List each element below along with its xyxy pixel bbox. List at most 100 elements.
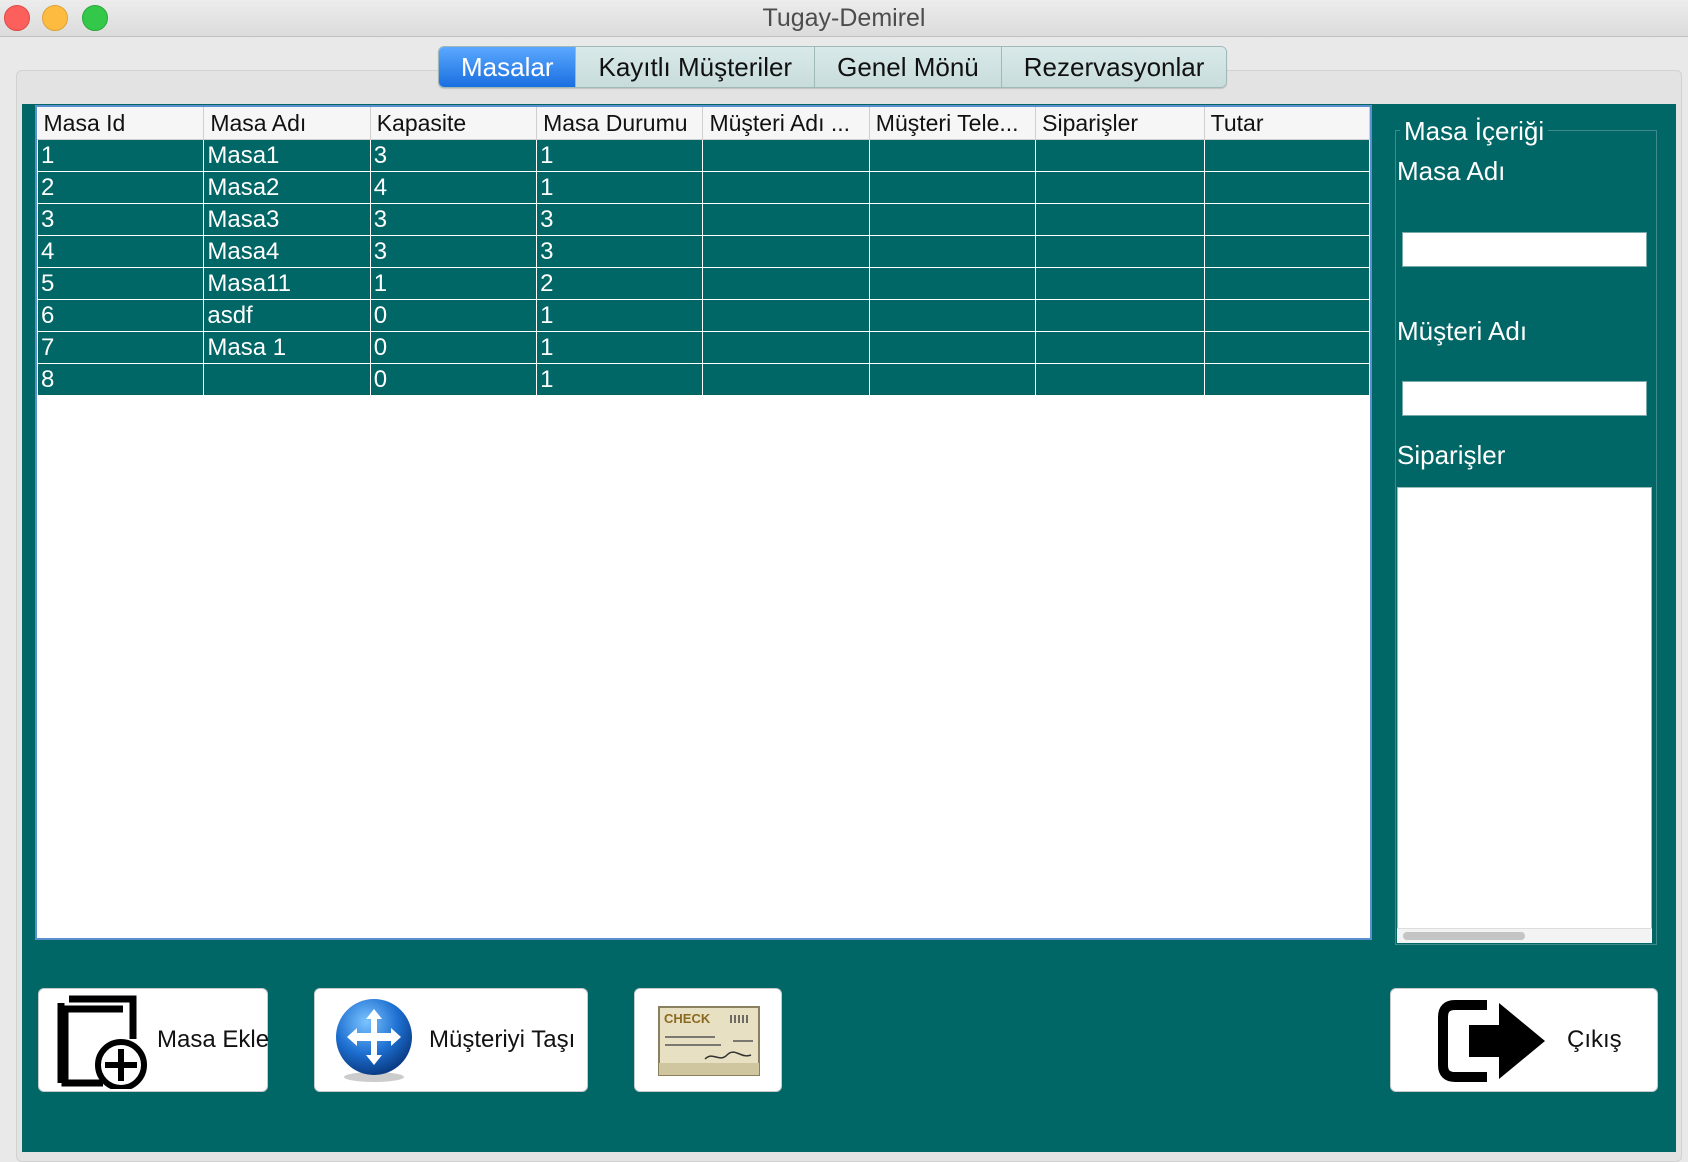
table-cell[interactable]: Masa11 (203, 267, 371, 300)
table-cell[interactable] (1035, 299, 1205, 332)
table-row[interactable]: 2 Masa2 4 1 (36, 171, 1371, 204)
table-cell[interactable] (702, 331, 870, 364)
cikis-label: Çıkış (1567, 1026, 1622, 1053)
table-cell[interactable]: 0 (369, 331, 538, 364)
table-cell[interactable]: 3 (369, 139, 538, 172)
table-cell[interactable]: 1 (536, 171, 704, 204)
column-header-tutar[interactable]: Tutar (1204, 107, 1371, 140)
table-cell[interactable] (702, 235, 870, 268)
table-row[interactable]: 1 Masa1 3 1 (36, 139, 1371, 172)
table-cell[interactable]: 5 (36, 267, 205, 300)
table-cell[interactable]: 1 (536, 299, 704, 332)
masa-adi-field[interactable] (1402, 232, 1647, 267)
table-cell[interactable] (702, 363, 870, 396)
siparisler-horizontal-scrollbar[interactable] (1397, 928, 1652, 943)
table-cell[interactable]: 2 (36, 171, 205, 204)
tab-bar: Masalar Kayıtlı Müşteriler Genel Mönü Re… (438, 46, 1228, 88)
table-cell[interactable]: Masa 1 (203, 331, 371, 364)
column-header-siparisler[interactable]: Siparişler (1035, 107, 1205, 140)
table-cell[interactable]: 4 (36, 235, 205, 268)
table-cell[interactable]: 6 (36, 299, 205, 332)
musteriyi-tasi-button[interactable]: Müşteriyi Taşı (314, 988, 588, 1092)
table-cell[interactable] (868, 171, 1037, 204)
table-cell[interactable] (1203, 171, 1371, 204)
table-cell[interactable] (702, 203, 870, 236)
column-header-musteri-adi[interactable]: Müşteri Adı ... (702, 107, 870, 140)
table-cell[interactable] (868, 363, 1037, 396)
table-cell[interactable] (1203, 235, 1371, 268)
tab-masalar[interactable]: Masalar (439, 47, 577, 87)
table-cell[interactable]: 0 (369, 299, 538, 332)
table-cell[interactable] (1203, 299, 1371, 332)
table-cell[interactable] (868, 299, 1037, 332)
table-cell[interactable] (1035, 267, 1205, 300)
table-cell[interactable] (1203, 139, 1371, 172)
table-cell[interactable] (868, 331, 1037, 364)
table-cell[interactable]: 3 (369, 203, 538, 236)
table-cell[interactable]: 4 (369, 171, 538, 204)
table-cell[interactable]: 7 (36, 331, 205, 364)
table-cell[interactable] (1035, 331, 1205, 364)
cikis-button[interactable]: Çıkış (1390, 988, 1658, 1092)
table-cell[interactable] (868, 267, 1037, 300)
column-header-kapasite[interactable]: Kapasite (370, 107, 538, 140)
table-cell[interactable] (702, 267, 870, 300)
table-cell[interactable]: 0 (369, 363, 538, 396)
table-cell[interactable] (868, 139, 1037, 172)
table-cell[interactable]: 3 (536, 203, 704, 236)
masa-icerigi-legend: Masa İçeriği (1400, 116, 1549, 147)
table-cell[interactable]: 1 (36, 139, 205, 172)
tab-genel-monu[interactable]: Genel Mönü (815, 47, 1002, 87)
table-row[interactable]: 5 Masa11 1 2 (36, 267, 1371, 300)
check-button[interactable]: CHECK (634, 988, 782, 1092)
table-cell[interactable]: 1 (536, 139, 704, 172)
table-row[interactable]: 4 Masa4 3 3 (36, 235, 1371, 268)
column-header-masa-durumu[interactable]: Masa Durumu (536, 107, 704, 140)
table-cell[interactable]: 3 (369, 235, 538, 268)
table-cell[interactable] (702, 139, 870, 172)
table-cell[interactable] (702, 171, 870, 204)
table-cell[interactable]: 1 (536, 331, 704, 364)
table-row[interactable]: 7 Masa 101 (36, 331, 1371, 364)
masa-ekle-button[interactable]: Masa Ekle (38, 988, 269, 1092)
scrollbar-thumb[interactable] (1403, 932, 1525, 940)
table-cell[interactable]: Masa1 (203, 139, 371, 172)
table-cell[interactable]: 2 (536, 267, 704, 300)
table-cell[interactable]: 8 (36, 363, 205, 396)
table-cell[interactable] (868, 203, 1037, 236)
table-cell[interactable]: 1 (536, 363, 704, 396)
table-row[interactable]: 6 asdf 0 1 (36, 299, 1371, 332)
table-cell[interactable] (1203, 267, 1371, 300)
table-row[interactable]: 3 Masa3 3 3 (36, 203, 1371, 236)
table-cell[interactable] (868, 235, 1037, 268)
column-header-masa-adi[interactable]: Masa Adı (203, 107, 371, 140)
table-cell[interactable] (1035, 235, 1205, 268)
table-cell[interactable]: Masa2 (203, 171, 371, 204)
table-cell[interactable] (1035, 139, 1205, 172)
table-cell[interactable]: Masa4 (203, 235, 371, 268)
siparisler-list[interactable] (1397, 487, 1652, 942)
add-table-icon (57, 995, 147, 1089)
table-cell[interactable]: asdf (203, 299, 371, 332)
column-header-musteri-telefon[interactable]: Müşteri Tele... (869, 107, 1037, 140)
table-cell[interactable] (702, 299, 870, 332)
column-header-masa-id[interactable]: Masa Id (37, 107, 205, 140)
masa-table-scrollpane[interactable]: Masa Id Masa Adı Kapasite Masa Durumu Mü… (35, 105, 1372, 940)
table-cell[interactable]: Masa3 (203, 203, 371, 236)
tab-kayitli-musteriler[interactable]: Kayıtlı Müşteriler (576, 47, 816, 87)
table-cell[interactable] (1035, 203, 1205, 236)
masa-table[interactable]: Masa Id Masa Adı Kapasite Masa Durumu Mü… (36, 107, 1371, 396)
table-cell[interactable] (1035, 171, 1205, 204)
tab-rezervasyonlar[interactable]: Rezervasyonlar (1001, 47, 1227, 87)
table-header-row: Masa Id Masa Adı Kapasite Masa Durumu Mü… (37, 107, 1371, 140)
table-cell[interactable] (203, 363, 371, 396)
table-cell[interactable] (1203, 363, 1371, 396)
table-cell[interactable] (1203, 203, 1371, 236)
table-cell[interactable]: 3 (36, 203, 205, 236)
musteri-adi-field[interactable] (1402, 381, 1647, 416)
table-cell[interactable]: 1 (369, 267, 538, 300)
table-row[interactable]: 8 01 (36, 363, 1371, 396)
table-cell[interactable] (1203, 331, 1371, 364)
table-cell[interactable]: 3 (536, 235, 704, 268)
table-cell[interactable] (1035, 363, 1205, 396)
